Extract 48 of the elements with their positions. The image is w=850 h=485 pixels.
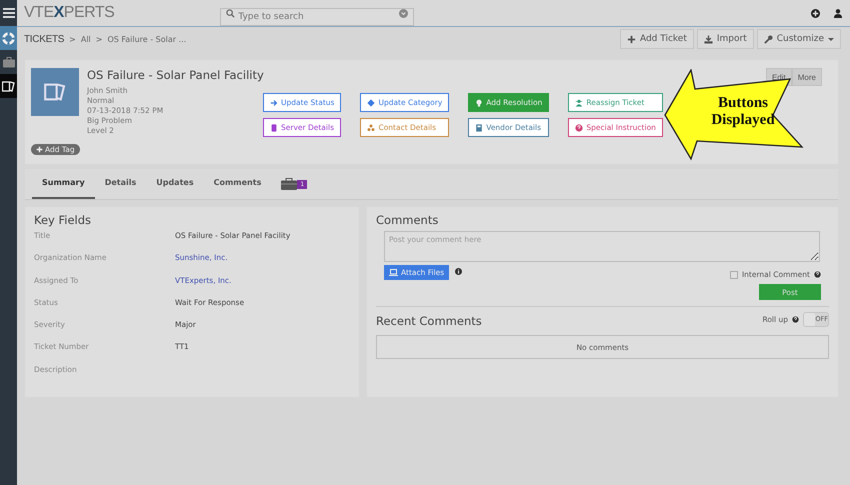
ticket-title: OS Failure - Solar Panel Facility	[87, 68, 264, 82]
more-button[interactable]: More	[792, 68, 822, 86]
breadcrumb-separator: >	[69, 34, 76, 44]
lifebuoy-icon[interactable]	[2, 32, 15, 44]
question-icon	[814, 271, 821, 278]
tab[interactable]: Details	[94, 178, 146, 199]
briefcase-icon[interactable]	[281, 178, 298, 190]
plus-icon	[36, 146, 43, 153]
callout-text: Buttons Displayed	[710, 95, 776, 129]
person-icon	[575, 98, 584, 106]
checkbox[interactable]	[730, 270, 738, 278]
plus-icon	[626, 34, 636, 44]
book-icon	[475, 124, 484, 132]
dropdown-icon[interactable]	[399, 8, 408, 18]
ticket-icon[interactable]	[2, 80, 15, 92]
diamond-icon	[367, 98, 376, 106]
user-icon[interactable]	[834, 8, 842, 18]
breadcrumb-link[interactable]: All	[80, 34, 91, 44]
server-icon	[270, 124, 278, 132]
laptop-icon	[389, 269, 398, 276]
question-icon	[792, 316, 799, 322]
breadcrumb-link[interactable]: TICKETS	[24, 34, 64, 44]
tab[interactable]: Updates	[146, 178, 204, 199]
caret-icon	[828, 38, 834, 40]
arrow-icon	[270, 98, 278, 106]
breadcrumb-separator: >	[96, 34, 102, 44]
tab[interactable]: Comments	[204, 178, 272, 199]
ticket-icon	[44, 83, 66, 101]
section-title: Recent Comments	[376, 314, 482, 328]
panel-title: Comments	[376, 213, 440, 227]
info-icon[interactable]	[455, 268, 462, 275]
wrench-icon	[764, 34, 773, 44]
download-icon	[704, 34, 713, 44]
logo[interactable]: VTEXPERTS	[24, 4, 114, 22]
search-field[interactable]: Type to search	[220, 8, 414, 26]
question-icon	[575, 124, 584, 132]
lightbulb-icon	[475, 98, 484, 106]
search-icon	[226, 8, 236, 18]
menu-icon[interactable]	[2, 8, 14, 18]
people-icon	[367, 124, 376, 132]
breadcrumb-link[interactable]: OS Failure - Solar ...	[107, 34, 186, 44]
toolbar-button[interactable]: Customize	[756, 29, 841, 49]
toolbar-button[interactable]: Add Ticket	[620, 29, 694, 49]
tab[interactable]: Summary	[32, 178, 95, 199]
add-icon[interactable]	[811, 8, 820, 18]
toolbar-button[interactable]: Import	[696, 29, 754, 49]
briefcase-icon[interactable]	[2, 56, 14, 68]
panel-title: Key Fields	[34, 213, 92, 227]
